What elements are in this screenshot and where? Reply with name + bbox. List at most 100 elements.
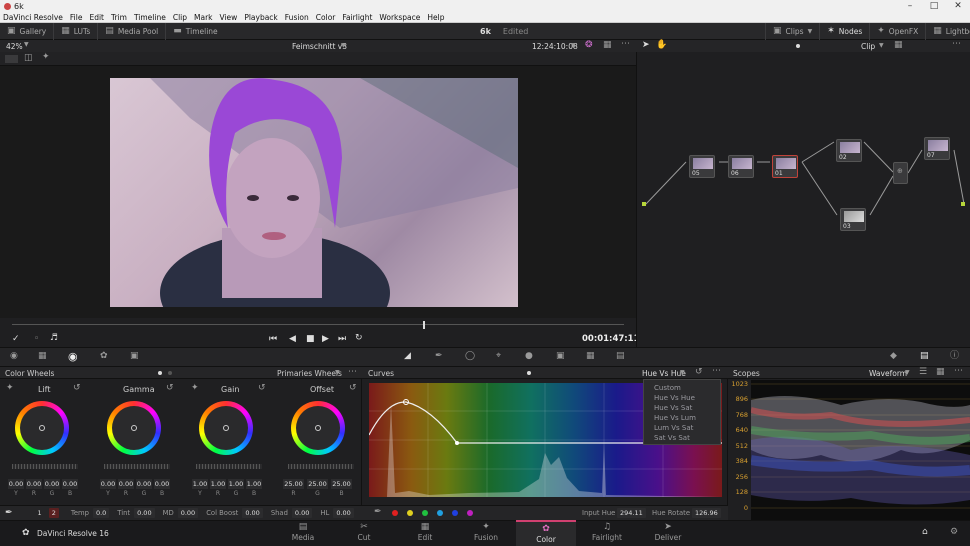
minimize-icon[interactable]: – (898, 0, 922, 12)
swatch-yellow[interactable] (407, 510, 413, 516)
play-reverse-icon[interactable]: ◀ (289, 335, 296, 344)
menu-item-davinci[interactable]: DaVinci Resolve (3, 13, 63, 22)
wheels-page-dot[interactable] (158, 371, 162, 375)
blur-icon[interactable]: ● (525, 352, 533, 361)
single-view-icon[interactable] (5, 55, 18, 63)
key-icon[interactable]: ▣ (556, 352, 565, 361)
gamma-r[interactable]: 0.00 (118, 479, 134, 489)
loop-icon[interactable]: ↻ (355, 334, 363, 343)
temp-value[interactable]: 0.0 (92, 508, 110, 518)
page-tab-fusion[interactable]: ✦ Fusion (456, 520, 516, 546)
timeline-name[interactable]: Feimschnitt v3 (292, 42, 347, 51)
nodes-button[interactable]: ✶ Nodes (820, 23, 871, 40)
3d-icon[interactable]: ▤ (616, 352, 625, 361)
lift-reset-icon[interactable]: ↺ (73, 384, 81, 393)
node-view-icon[interactable]: ▦ (894, 41, 903, 50)
timeline-button[interactable]: ▬ Timeline (166, 23, 224, 40)
gain-g[interactable]: 1.00 (228, 479, 244, 489)
gain-r[interactable]: 1.00 (210, 479, 226, 489)
colboost-value[interactable]: 0.00 (242, 508, 263, 518)
swatch-cyan[interactable] (437, 510, 443, 516)
clips-button[interactable]: ▣ Clips ▼ (765, 23, 821, 40)
highlight-icon[interactable]: ✦ (42, 53, 50, 62)
curves-page-dot[interactable] (527, 371, 531, 375)
offset-wheel[interactable] (291, 401, 345, 455)
offset-b[interactable]: 25.00 (331, 479, 352, 489)
page-tab-deliver[interactable]: ➤ Deliver (638, 520, 698, 546)
gamma-reset-icon[interactable]: ↺ (166, 384, 174, 393)
tracker-icon[interactable]: ⌖ (496, 352, 501, 361)
scopes-settings-icon[interactable]: ☰ (919, 368, 927, 377)
pointer-icon[interactable]: ➤ (642, 41, 650, 50)
lift-wheel[interactable] (15, 401, 69, 455)
gain-wheel[interactable] (199, 401, 253, 455)
luts-button[interactable]: ▦ LUTs (54, 22, 99, 40)
gamma-wheel[interactable] (107, 401, 161, 455)
split-view-icon[interactable]: ◫ (24, 54, 33, 63)
maximize-icon[interactable]: □ (922, 0, 946, 12)
volume-icon[interactable]: ♬ (50, 334, 58, 343)
lift-g[interactable]: 0.00 (44, 479, 60, 489)
curves-mode-chevron-icon[interactable]: ▼ (680, 370, 685, 376)
menu-item-fusion[interactable]: Fusion (285, 13, 309, 22)
lift-master-slider[interactable] (12, 464, 78, 469)
lift-b[interactable]: 0.00 (62, 479, 78, 489)
loop-mode-icon[interactable]: ◦ (34, 335, 39, 344)
output-pin[interactable] (961, 202, 965, 206)
page-tab-fairlight[interactable]: ♫ Fairlight (577, 520, 637, 546)
scopes-more-icon[interactable]: ⋯ (954, 367, 963, 376)
swatch-green[interactable] (422, 510, 428, 516)
zoom-chevron-icon[interactable]: ▼ (24, 42, 29, 48)
wheels-page-dot-2[interactable] (168, 371, 172, 375)
scopes-mode[interactable]: Waveform (869, 369, 907, 378)
settings-gear-icon[interactable]: ⚙ (950, 528, 958, 537)
page-2-button[interactable]: 2 (48, 508, 59, 518)
curves-more-icon[interactable]: ⋯ (712, 367, 721, 376)
menu-item-playback[interactable]: Playback (244, 13, 277, 22)
camera-raw-icon[interactable]: ◉ (10, 352, 18, 361)
lift-picker-icon[interactable]: ✦ (6, 384, 14, 393)
gain-master-slider[interactable] (196, 464, 262, 469)
stop-icon[interactable]: ■ (306, 335, 315, 344)
swatch-red[interactable] (392, 510, 398, 516)
node-mode[interactable]: Clip (861, 42, 875, 51)
first-frame-icon[interactable]: ⏮ (269, 335, 277, 344)
dropdown-item-hue-vs-hue[interactable]: Hue Vs Hue (644, 393, 720, 403)
sizing-icon[interactable]: ▦ (586, 352, 595, 361)
gain-y[interactable]: 1.00 (192, 479, 208, 489)
last-frame-icon[interactable]: ⏭ (338, 335, 346, 344)
zoom-level[interactable]: 42% (6, 42, 23, 51)
mixer-node[interactable]: ⊕ (893, 162, 908, 184)
color-match-icon[interactable]: ▦ (38, 352, 47, 361)
dropdown-item-custom[interactable]: Custom (644, 383, 720, 393)
offset-reset-icon[interactable]: ↺ (349, 384, 357, 393)
page-tab-media[interactable]: ▤ Media (273, 520, 333, 546)
gamma-b[interactable]: 0.00 (154, 479, 170, 489)
color-wheels-icon[interactable]: ◉ (68, 351, 78, 362)
hue-rotate-value[interactable]: 126.96 (692, 508, 721, 518)
gain-reset-icon[interactable]: ↺ (258, 384, 266, 393)
menu-item-timeline[interactable]: Timeline (134, 13, 166, 22)
openfx-button[interactable]: ✦ OpenFX (870, 23, 927, 40)
auto-balance-icon[interactable]: ✒ (5, 508, 13, 518)
eyedropper-icon[interactable]: ✒ (374, 508, 382, 517)
menu-item-view[interactable]: View (220, 13, 238, 22)
offset-g[interactable]: 25.00 (307, 479, 328, 489)
dropdown-item-lum-vs-sat[interactable]: Lum Vs Sat (644, 423, 720, 433)
wheels-more-icon[interactable]: ⋯ (348, 368, 357, 377)
close-icon[interactable]: ✕ (946, 0, 970, 12)
lightbox-button[interactable]: ▦Lightbox (926, 23, 970, 40)
window-icon[interactable]: ◯ (465, 352, 475, 361)
node-more-icon[interactable]: ⋯ (952, 40, 961, 49)
scopes-mode-chevron-icon[interactable]: ▼ (905, 370, 910, 376)
menu-item-mark[interactable]: Mark (194, 13, 213, 22)
menu-item-workspace[interactable]: Workspace (379, 13, 420, 22)
node-page-dot[interactable] (796, 44, 800, 48)
dropdown-item-hue-vs-sat[interactable]: Hue Vs Sat (644, 403, 720, 413)
gain-b[interactable]: 1.00 (246, 479, 262, 489)
node-mode-chevron-icon[interactable]: ▼ (879, 43, 884, 49)
motion-effects-icon[interactable]: ▣ (130, 352, 139, 361)
more-options-icon[interactable]: ⋯ (621, 40, 630, 49)
offset-crosshair[interactable] (315, 425, 321, 431)
gamma-crosshair[interactable] (131, 425, 137, 431)
